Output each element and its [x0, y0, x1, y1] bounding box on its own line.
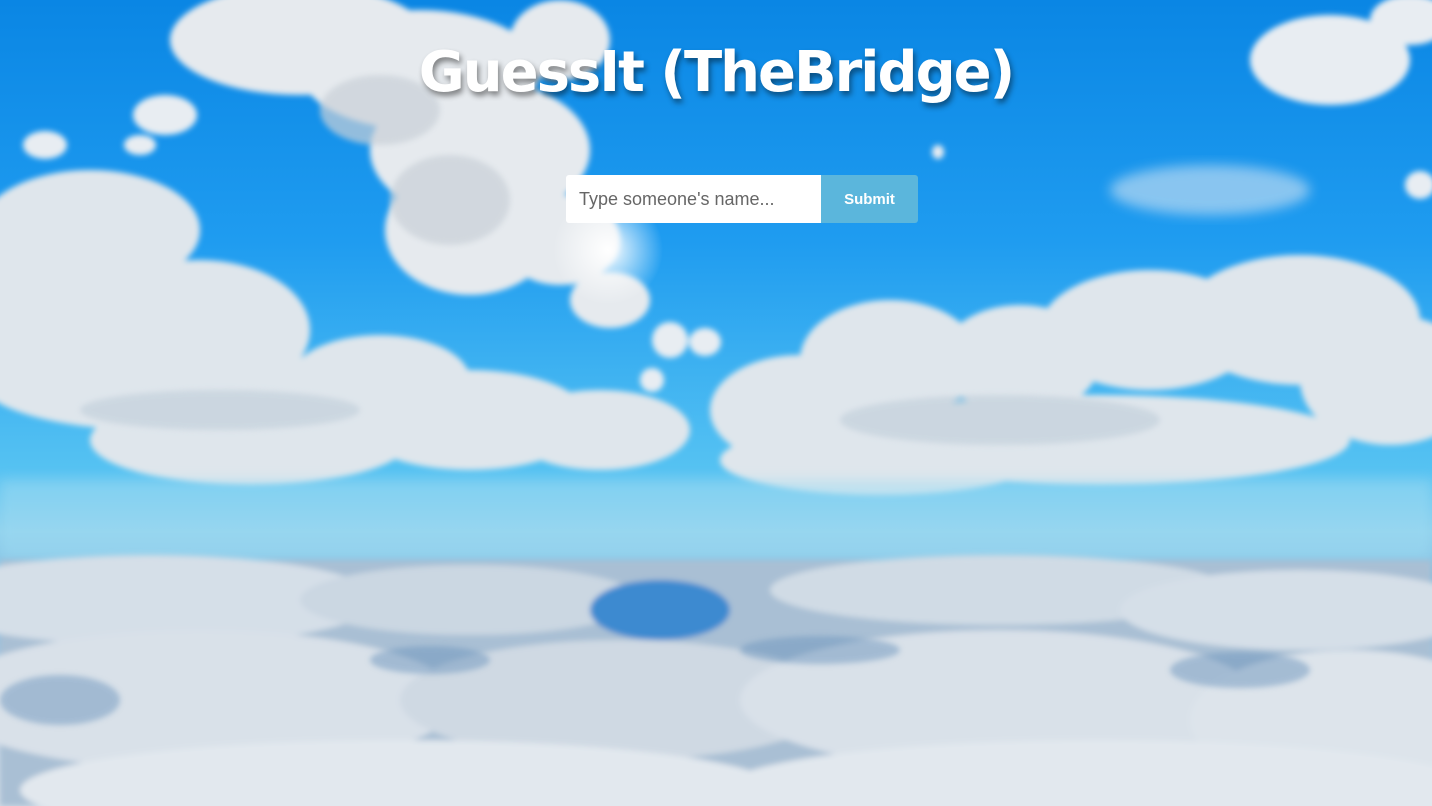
- clouds-illustration: [0, 0, 1432, 806]
- name-input[interactable]: [566, 175, 821, 223]
- submit-button[interactable]: Submit: [821, 175, 918, 223]
- sky-background: [0, 0, 1432, 806]
- guess-form: Submit: [566, 175, 918, 223]
- page-title: GuessIt (TheBridge): [418, 40, 1015, 105]
